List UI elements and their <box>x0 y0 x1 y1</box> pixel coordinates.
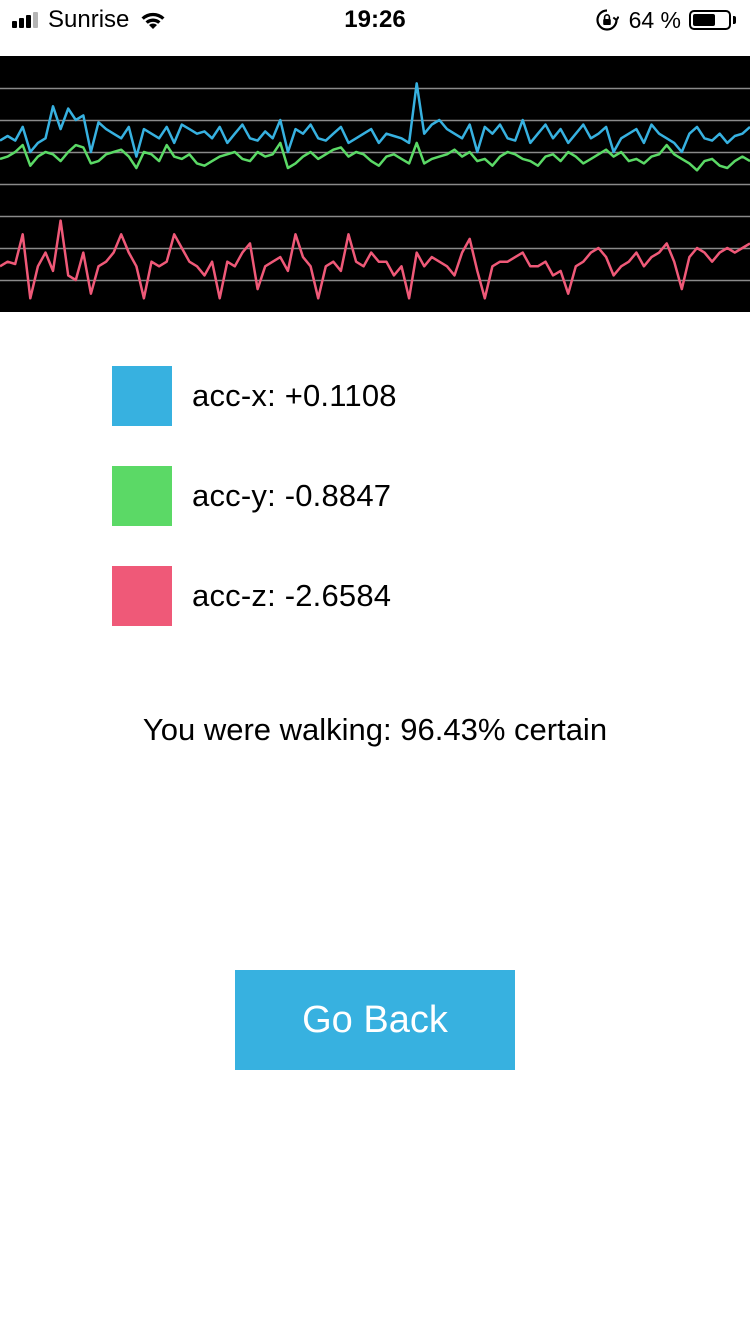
series-line-acc-z <box>0 219 750 300</box>
chart-series <box>0 82 750 300</box>
acc-z-label: acc-z: -2.6584 <box>192 578 392 613</box>
acc-x-color-swatch <box>112 366 172 426</box>
acc-y-color-swatch <box>112 466 172 526</box>
battery-tip <box>733 16 736 24</box>
legend-item-acc-x: acc-x: +0.1108 <box>112 366 397 426</box>
legend-item-acc-z: acc-z: -2.6584 <box>112 566 391 626</box>
chart-gridlines <box>0 87 750 282</box>
activity-result-text: You were walking: 96.43% certain <box>142 712 608 747</box>
accelerometer-chart-svg <box>0 82 750 300</box>
rotation-lock-icon <box>595 8 619 32</box>
legend-item-acc-y: acc-y: -0.8847 <box>112 466 391 526</box>
series-line-acc-y <box>0 141 750 172</box>
battery-icon <box>689 10 731 30</box>
battery-level-fill <box>693 14 715 26</box>
acc-x-label: acc-x: +0.1108 <box>192 378 397 413</box>
battery-percent: 64 % <box>628 6 681 33</box>
status-right: 64 % <box>595 6 736 34</box>
accelerometer-chart <box>0 56 750 312</box>
acc-y-label: acc-y: -0.8847 <box>192 478 392 513</box>
status-bar: Sunrise 19:26 64 % <box>0 0 750 40</box>
acc-z-color-swatch <box>112 566 172 626</box>
go-back-button[interactable]: Go Back <box>235 970 515 1070</box>
